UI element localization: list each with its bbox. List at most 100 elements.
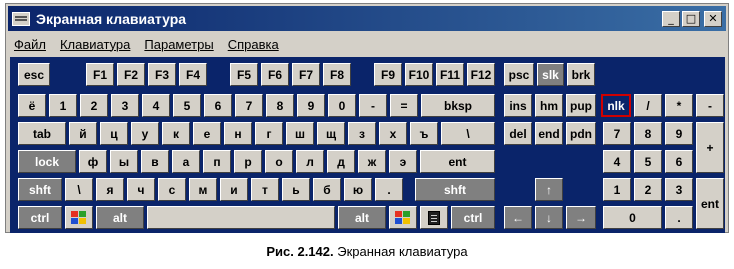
key-numpad-decimal[interactable]: . <box>665 206 693 229</box>
key-a3[interactable]: в <box>141 150 169 173</box>
key-a5[interactable]: п <box>203 150 231 173</box>
key-a1[interactable]: ф <box>79 150 107 173</box>
key-menu[interactable] <box>420 206 448 229</box>
key-z3[interactable]: с <box>158 178 186 201</box>
key-5[interactable]: 5 <box>173 94 201 117</box>
key-f8[interactable]: F8 <box>323 63 351 86</box>
key-ins[interactable]: ins <box>504 94 532 117</box>
key-f7[interactable]: F7 <box>292 63 320 86</box>
key-enter[interactable]: ent <box>420 150 495 173</box>
key-pgup[interactable]: pup <box>566 94 596 117</box>
key-numpad-2[interactable]: 2 <box>634 178 662 201</box>
key-8[interactable]: 8 <box>266 94 294 117</box>
key-backslash-left[interactable]: \ <box>65 178 93 201</box>
key-ctrl-right[interactable]: ctrl <box>451 206 495 229</box>
key-z4[interactable]: м <box>189 178 217 201</box>
key-q12[interactable]: ъ <box>410 122 438 145</box>
key-backslash[interactable]: \ <box>441 122 495 145</box>
key-shift-left[interactable]: shft <box>18 178 62 201</box>
key-q7[interactable]: г <box>255 122 283 145</box>
key-numpad-7[interactable]: 7 <box>603 122 631 145</box>
key-numpad-add[interactable]: + <box>696 122 724 173</box>
key-brk[interactable]: brk <box>567 63 595 86</box>
key-numlock[interactable]: nlk <box>601 94 631 117</box>
key-f10[interactable]: F10 <box>405 63 433 86</box>
key-4[interactable]: 4 <box>142 94 170 117</box>
key-2[interactable]: 2 <box>80 94 108 117</box>
key-alt-left[interactable]: alt <box>96 206 144 229</box>
key-capslock[interactable]: lock <box>18 150 76 173</box>
key-win-right[interactable] <box>389 206 417 229</box>
key-f5[interactable]: F5 <box>230 63 258 86</box>
key-home[interactable]: hm <box>535 94 563 117</box>
key-z9[interactable]: ю <box>344 178 372 201</box>
key-z8[interactable]: б <box>313 178 341 201</box>
key-0[interactable]: 0 <box>328 94 356 117</box>
key-numpad-enter[interactable]: ent <box>696 178 724 229</box>
key-7[interactable]: 7 <box>235 94 263 117</box>
key-q1[interactable]: й <box>69 122 97 145</box>
key-numpad-1[interactable]: 1 <box>603 178 631 201</box>
minimize-button[interactable]: _ <box>662 10 680 27</box>
key-pgdn[interactable]: pdn <box>566 122 596 145</box>
key-psc[interactable]: psc <box>504 63 534 86</box>
key-9[interactable]: 9 <box>297 94 325 117</box>
key-a6[interactable]: р <box>234 150 262 173</box>
key-arrow-down[interactable]: ↓ <box>535 206 563 229</box>
key-a7[interactable]: о <box>265 150 293 173</box>
key-q10[interactable]: з <box>348 122 376 145</box>
key-numpad-multiply[interactable]: * <box>665 94 693 117</box>
key-numpad-5[interactable]: 5 <box>634 150 662 173</box>
key-q9[interactable]: щ <box>317 122 345 145</box>
menu-settings[interactable]: Параметры <box>144 37 213 52</box>
menu-file[interactable]: Файл <box>14 37 46 52</box>
key-z6[interactable]: т <box>251 178 279 201</box>
key-numpad-9[interactable]: 9 <box>665 122 693 145</box>
key-yo[interactable]: ё <box>18 94 46 117</box>
menu-help[interactable]: Справка <box>228 37 279 52</box>
key-a8[interactable]: л <box>296 150 324 173</box>
key-slk[interactable]: slk <box>537 63 564 86</box>
key-q4[interactable]: к <box>162 122 190 145</box>
title-bar[interactable]: Экранная клавиатура _ □ ✕ <box>8 6 726 31</box>
key-end[interactable]: end <box>535 122 563 145</box>
key-q3[interactable]: у <box>131 122 159 145</box>
key-a4[interactable]: а <box>172 150 200 173</box>
key-a11[interactable]: э <box>389 150 417 173</box>
maximize-button[interactable]: □ <box>682 10 700 27</box>
key-tab[interactable]: tab <box>18 122 66 145</box>
key-numpad-4[interactable]: 4 <box>603 150 631 173</box>
key-backspace[interactable]: bksp <box>421 94 495 117</box>
key-a2[interactable]: ы <box>110 150 138 173</box>
key-f12[interactable]: F12 <box>467 63 495 86</box>
key-z5[interactable]: и <box>220 178 248 201</box>
key-q8[interactable]: ш <box>286 122 314 145</box>
key-ctrl-left[interactable]: ctrl <box>18 206 62 229</box>
key-f11[interactable]: F11 <box>436 63 464 86</box>
key-numpad-subtract[interactable]: - <box>696 94 724 117</box>
key-numpad-3[interactable]: 3 <box>665 178 693 201</box>
key-numpad-divide[interactable]: / <box>634 94 662 117</box>
key-6[interactable]: 6 <box>204 94 232 117</box>
key-q6[interactable]: н <box>224 122 252 145</box>
key-f9[interactable]: F9 <box>374 63 402 86</box>
key-del[interactable]: del <box>504 122 532 145</box>
key-q2[interactable]: ц <box>100 122 128 145</box>
key-f2[interactable]: F2 <box>117 63 145 86</box>
key-f6[interactable]: F6 <box>261 63 289 86</box>
key-space[interactable] <box>147 206 335 229</box>
key-1[interactable]: 1 <box>49 94 77 117</box>
key-shift-right[interactable]: shft <box>415 178 495 201</box>
key-esc[interactable]: esc <box>18 63 50 86</box>
key-equals[interactable]: = <box>390 94 418 117</box>
close-button[interactable]: ✕ <box>704 10 722 27</box>
key-q5[interactable]: е <box>193 122 221 145</box>
key-period[interactable]: . <box>375 178 403 201</box>
key-q11[interactable]: х <box>379 122 407 145</box>
key-f3[interactable]: F3 <box>148 63 176 86</box>
key-numpad-6[interactable]: 6 <box>665 150 693 173</box>
key-3[interactable]: 3 <box>111 94 139 117</box>
key-f4[interactable]: F4 <box>179 63 207 86</box>
key-a10[interactable]: ж <box>358 150 386 173</box>
key-arrow-left[interactable]: ← <box>504 206 532 229</box>
